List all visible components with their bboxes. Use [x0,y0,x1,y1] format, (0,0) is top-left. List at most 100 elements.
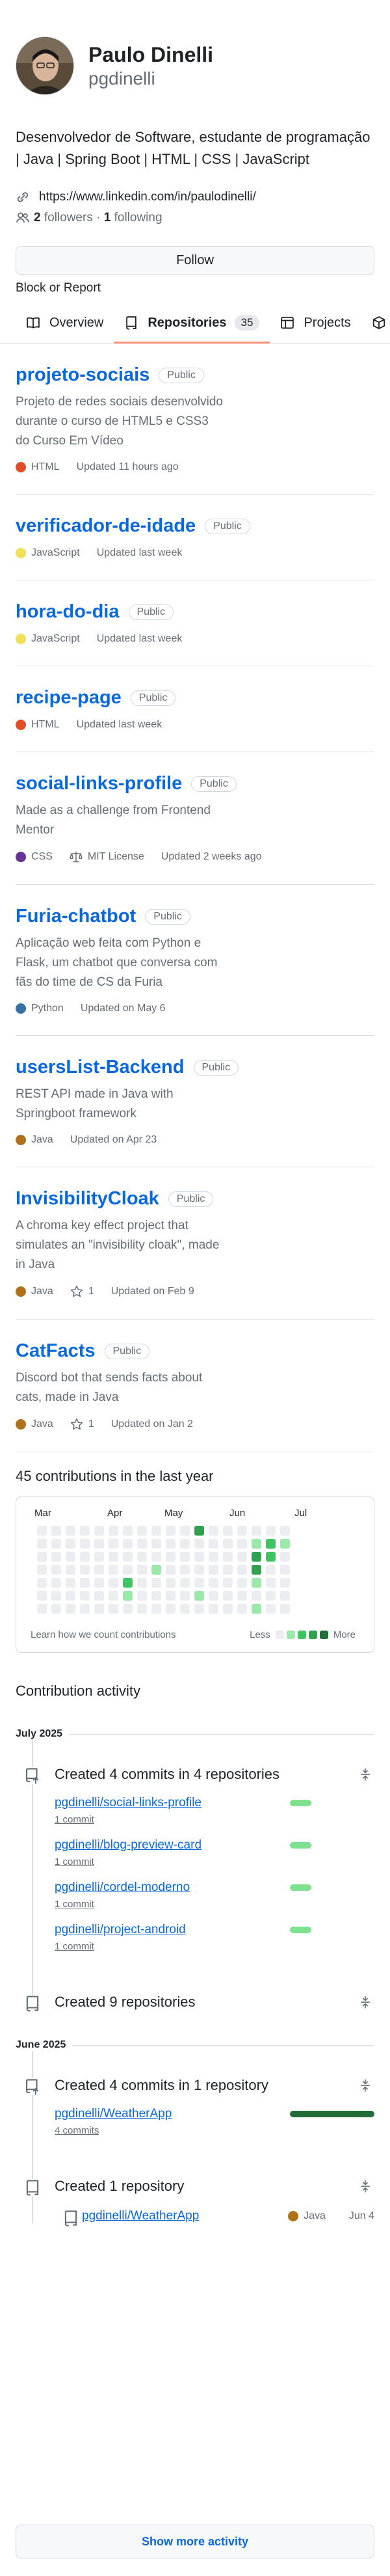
fold-icon[interactable] [359,1768,372,1781]
contribution-day[interactable] [280,1604,290,1614]
contribution-day[interactable] [266,1591,276,1601]
contribution-day[interactable] [237,1604,247,1614]
contribution-day[interactable] [123,1578,133,1588]
contribution-day[interactable] [280,1565,290,1575]
contribution-day[interactable] [209,1604,218,1614]
contribution-day[interactable] [180,1578,190,1588]
contribution-day[interactable] [194,1604,204,1614]
repo-name-link[interactable]: usersList-Backend [16,1057,185,1078]
contribution-day[interactable] [123,1539,133,1549]
contribution-day[interactable] [209,1591,218,1601]
contribution-day[interactable] [223,1565,233,1575]
contribution-day[interactable] [166,1591,176,1601]
contribution-day[interactable] [280,1552,290,1562]
contribution-day[interactable] [209,1552,218,1562]
commit-count-link[interactable]: 1 commit [55,1856,202,1867]
contribution-day[interactable] [237,1578,247,1588]
repo-name-link[interactable]: CatFacts [16,1340,96,1362]
contribution-day[interactable] [252,1526,261,1536]
contribution-day[interactable] [51,1565,61,1575]
contribution-day[interactable] [37,1539,47,1549]
commit-count-link[interactable]: 1 commit [55,1814,202,1825]
contribution-day[interactable] [180,1591,190,1601]
contribution-day[interactable] [94,1591,104,1601]
contribution-day[interactable] [151,1591,161,1601]
contribution-day[interactable] [252,1604,261,1614]
contribution-day[interactable] [194,1565,204,1575]
contribution-day[interactable] [109,1565,118,1575]
contribution-day[interactable] [237,1539,247,1549]
fold-icon[interactable] [359,2180,372,2193]
contribution-day[interactable] [252,1539,261,1549]
followers-count[interactable]: 2 [34,211,41,225]
contribution-day[interactable] [252,1578,261,1588]
repo-name-link[interactable]: projeto-sociais [16,364,150,386]
repo-stars[interactable]: 1 [70,1418,94,1431]
contribution-day[interactable] [180,1552,190,1562]
contribution-day[interactable] [37,1604,47,1614]
contribution-day[interactable] [80,1565,90,1575]
commit-repo-link[interactable]: pgdinelli/cordel-moderno [55,1880,190,1895]
contribution-day[interactable] [94,1539,104,1549]
contribution-day[interactable] [66,1526,75,1536]
contribution-day[interactable] [266,1565,276,1575]
contribution-day[interactable] [137,1604,147,1614]
contribution-day[interactable] [223,1539,233,1549]
contribution-day[interactable] [252,1565,261,1575]
contribution-day[interactable] [166,1552,176,1562]
contribution-day[interactable] [51,1578,61,1588]
fold-icon[interactable] [359,1996,372,2009]
contribution-day[interactable] [66,1552,75,1562]
created-repo-link[interactable]: pgdinelli/WeatherApp [82,2209,199,2223]
contribution-day[interactable] [80,1526,90,1536]
contribution-day[interactable] [109,1552,118,1562]
contribution-day[interactable] [137,1565,147,1575]
contribution-day[interactable] [66,1604,75,1614]
contribution-day[interactable] [37,1552,47,1562]
contribution-day[interactable] [266,1539,276,1549]
contribution-day[interactable] [151,1552,161,1562]
follow-button[interactable]: Follow [16,246,374,275]
contribution-day[interactable] [280,1539,290,1549]
contribution-day[interactable] [180,1565,190,1575]
contribution-day[interactable] [166,1578,176,1588]
repo-name-link[interactable]: InvisibilityCloak [16,1188,159,1210]
commit-repo-link[interactable]: pgdinelli/blog-preview-card [55,1838,202,1852]
contribution-day[interactable] [137,1539,147,1549]
contribution-day[interactable] [223,1552,233,1562]
contribution-day[interactable] [166,1604,176,1614]
contribution-day[interactable] [94,1565,104,1575]
contribution-day[interactable] [51,1591,61,1601]
contribution-day[interactable] [37,1526,47,1536]
avatar[interactable] [16,36,74,95]
contribution-day[interactable] [280,1591,290,1601]
commit-repo-link[interactable]: pgdinelli/WeatherApp [55,2107,172,2121]
contribution-day[interactable] [223,1526,233,1536]
contribution-day[interactable] [51,1552,61,1562]
contribution-day[interactable] [280,1526,290,1536]
contribution-day[interactable] [237,1591,247,1601]
contribution-day[interactable] [109,1526,118,1536]
contribution-day[interactable] [109,1539,118,1549]
contribution-day[interactable] [123,1591,133,1601]
contribution-day[interactable] [137,1591,147,1601]
contribution-day[interactable] [37,1565,47,1575]
repo-name-link[interactable]: verificador-de-idade [16,515,196,537]
contribution-day[interactable] [252,1591,261,1601]
contribution-day[interactable] [237,1526,247,1536]
contribution-day[interactable] [194,1578,204,1588]
block-report-link[interactable]: Block or Report [16,281,374,295]
commit-repo-link[interactable]: pgdinelli/social-links-profile [55,1796,202,1810]
contribution-day[interactable] [137,1578,147,1588]
contribution-day[interactable] [123,1526,133,1536]
tab-more[interactable] [361,303,390,343]
commit-count-link[interactable]: 1 commit [55,1899,190,1910]
contribution-day[interactable] [51,1526,61,1536]
following-label[interactable]: following [114,211,162,225]
contribution-day[interactable] [137,1526,147,1536]
contribution-day[interactable] [252,1552,261,1562]
contribution-day[interactable] [151,1604,161,1614]
repo-name-link[interactable]: social-links-profile [16,773,182,794]
contribution-day[interactable] [66,1539,75,1549]
contribution-day[interactable] [151,1526,161,1536]
